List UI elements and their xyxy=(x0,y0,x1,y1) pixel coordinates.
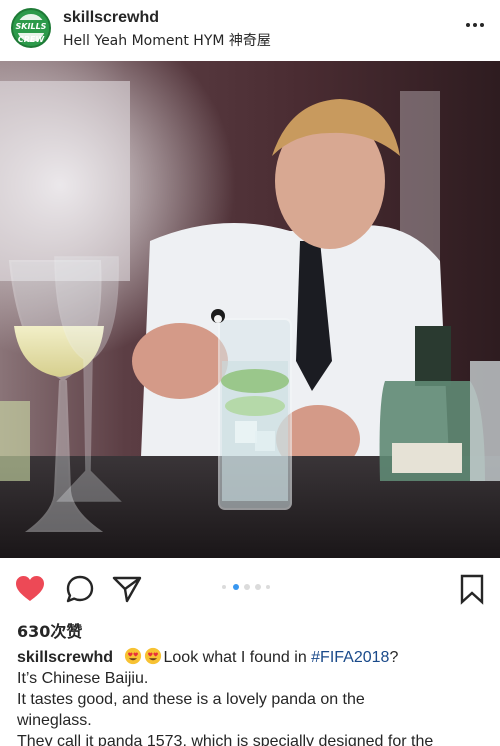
carousel-dot-active xyxy=(233,584,239,590)
bartender-photo xyxy=(0,61,500,558)
post-username[interactable]: skillscrewhd xyxy=(63,9,159,27)
heart-icon[interactable] xyxy=(14,573,46,605)
carousel-dot xyxy=(255,584,261,590)
share-icon[interactable] xyxy=(111,573,143,605)
caption-line: They call it panda 1573, which is specia… xyxy=(17,733,434,746)
carousel-dot xyxy=(266,585,270,589)
comment-icon[interactable] xyxy=(64,573,96,605)
post-location[interactable]: Hell Yeah Moment HYM 神奇屋 xyxy=(63,30,271,50)
post-photo[interactable] xyxy=(0,61,500,558)
avatar-logo-text: SKILLS CREW xyxy=(13,20,49,44)
action-bar xyxy=(0,562,500,614)
more-options-icon[interactable] xyxy=(464,14,486,36)
post-header: SKILLS CREW skillscrewhd Hell Yeah Momen… xyxy=(0,0,500,58)
caption-first-line: skillscrewhd Look what I found in #FIFA2… xyxy=(17,647,487,668)
like-count[interactable]: 630次赞 xyxy=(17,618,82,642)
caption-username[interactable]: skillscrewhd xyxy=(17,649,113,666)
caption-line: It tastes good, and these is a lovely pa… xyxy=(17,691,365,708)
avatar[interactable]: SKILLS CREW xyxy=(11,8,51,48)
caption-text: Look what I found in xyxy=(163,649,312,666)
caption-line: It’s Chinese Baijiu. xyxy=(17,670,149,687)
bookmark-icon[interactable] xyxy=(456,573,488,605)
carousel-dot xyxy=(222,585,226,589)
carousel-dot xyxy=(244,584,250,590)
caption-hashtag[interactable]: #FIFA2018 xyxy=(311,649,389,666)
post-caption: skillscrewhd Look what I found in #FIFA2… xyxy=(17,647,487,746)
heart-eyes-emoji-icon xyxy=(124,647,141,665)
caption-line: wineglass. xyxy=(17,712,92,729)
heart-eyes-emoji-icon xyxy=(144,647,161,665)
caption-text-end: ? xyxy=(389,649,399,666)
